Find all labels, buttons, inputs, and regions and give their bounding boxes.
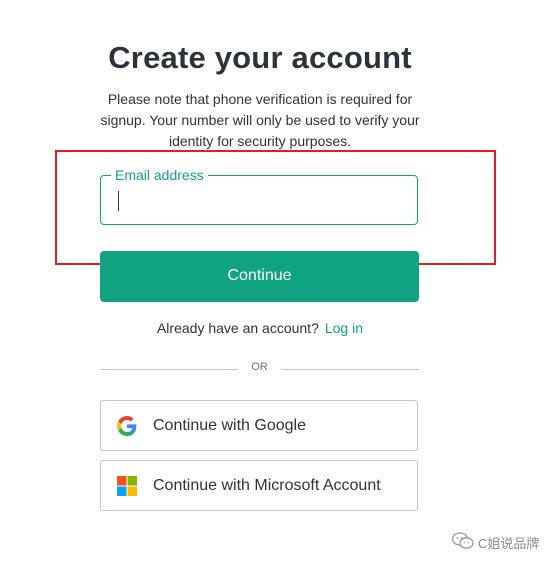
divider-text: OR	[251, 361, 268, 373]
login-prompt-text: Already have an account?	[156, 320, 319, 336]
wechat-icon	[452, 532, 474, 549]
continue-button[interactable]: Continue	[100, 251, 419, 302]
google-button-label: Continue with Google	[153, 417, 306, 434]
continue-with-google-button[interactable]: Continue with Google	[100, 400, 418, 451]
page-title: Create your account	[108, 40, 412, 75]
google-icon	[117, 416, 137, 436]
login-prompt-row: Already have an account? Log in	[0, 320, 520, 336]
microsoft-icon	[117, 476, 137, 496]
login-link[interactable]: Log in	[325, 320, 363, 336]
or-divider: OR	[100, 360, 419, 378]
email-field[interactable]: Email address	[100, 165, 418, 225]
page-subtitle: Please note that phone verification is r…	[100, 91, 420, 149]
watermark-text: C姐说品牌	[478, 536, 540, 551]
email-field-label: Email address	[111, 165, 208, 185]
signup-page: Create your account Please note that pho…	[0, 0, 556, 566]
watermark: C姐说品牌	[452, 530, 552, 554]
text-caret	[118, 191, 119, 211]
divider-line-right	[281, 369, 419, 370]
microsoft-button-label: Continue with Microsoft Account	[153, 477, 381, 494]
continue-with-microsoft-button[interactable]: Continue with Microsoft Account	[100, 460, 418, 511]
